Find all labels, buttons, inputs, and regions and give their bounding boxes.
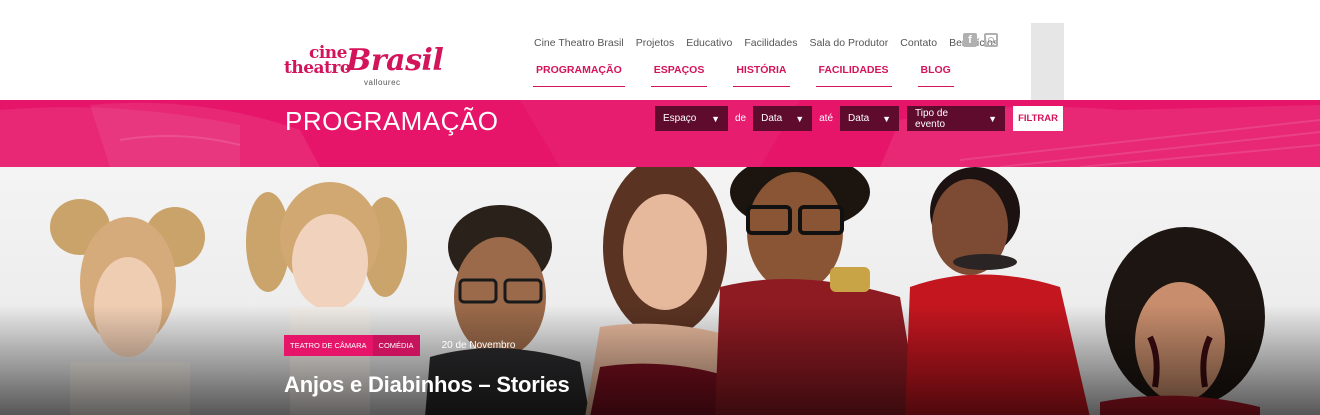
main-nav-blog[interactable]: BLOG — [917, 64, 954, 87]
top-nav: Cine Theatro Brasil Projetos Educativo F… — [534, 37, 998, 49]
event-title[interactable]: Anjos e Diabinhos – Stories — [284, 372, 570, 398]
top-nav-facilidades[interactable]: Facilidades — [744, 37, 797, 49]
event-type-value: Tipo de evento — [915, 107, 949, 130]
event-space-tag[interactable]: TEATRO DE CÂMARA — [284, 335, 373, 356]
site-header: cine theatro Brasil vallourec Cine Theat… — [0, 0, 1320, 100]
event-genre-tag[interactable]: COMÉDIA — [372, 335, 420, 356]
social-links: f — [963, 33, 998, 47]
main-nav: PROGRAMAÇÃO ESPAÇOS HISTÓRIA FACILIDADES… — [533, 64, 954, 87]
header-side-panel — [1031, 23, 1064, 100]
top-nav-sala-do-produtor[interactable]: Sala do Produtor — [809, 37, 888, 49]
start-date-value: Data — [761, 113, 783, 124]
event-filters: Espaço ▼ de Data ▼ até Data ▼ Tipo de ev… — [655, 106, 1064, 131]
programacao-band: PROGRAMAÇÃO Espaço ▼ de Data ▼ até Data … — [0, 100, 1320, 167]
main-nav-programacao[interactable]: PROGRAMAÇÃO — [533, 64, 625, 87]
end-date-select[interactable]: Data ▼ — [840, 106, 900, 131]
caret-down-icon: ▼ — [795, 113, 805, 124]
space-select-value: Espaço — [663, 113, 697, 124]
instagram-icon[interactable] — [984, 33, 998, 47]
from-label: de — [735, 113, 747, 124]
featured-event-hero[interactable]: TEATRO DE CÂMARA COMÉDIA 20 de Novembro … — [0, 167, 1320, 415]
top-nav-educativo[interactable]: Educativo — [686, 37, 732, 49]
space-select[interactable]: Espaço ▼ — [655, 106, 728, 131]
event-tags: TEATRO DE CÂMARA COMÉDIA 20 de Novembro — [284, 335, 516, 356]
main-nav-historia[interactable]: HISTÓRIA — [733, 64, 790, 87]
facebook-icon[interactable]: f — [963, 33, 977, 47]
caret-down-icon: ▼ — [988, 113, 998, 124]
logo-sub-vallourec: vallourec — [364, 78, 401, 87]
logo-line-theatro: theatro — [284, 58, 351, 78]
main-nav-espacos[interactable]: ESPAÇOS — [650, 64, 708, 87]
top-nav-cine-theatro-brasil[interactable]: Cine Theatro Brasil — [534, 37, 624, 49]
top-nav-projetos[interactable]: Projetos — [636, 37, 675, 49]
logo-brand-brasil: Brasil — [346, 43, 444, 78]
end-date-value: Data — [848, 113, 870, 124]
start-date-select[interactable]: Data ▼ — [753, 106, 813, 131]
page-title: PROGRAMAÇÃO — [285, 106, 499, 136]
caret-down-icon: ▼ — [711, 113, 720, 124]
hero-gradient-overlay — [0, 305, 1320, 415]
top-nav-contato[interactable]: Contato — [900, 37, 937, 49]
event-date: 20 de Novembro — [441, 340, 516, 351]
caret-down-icon: ▼ — [882, 113, 892, 124]
site-logo[interactable]: cine theatro Brasil vallourec — [284, 45, 444, 95]
until-label: até — [819, 113, 834, 124]
main-nav-facilidades[interactable]: FACILIDADES — [815, 64, 892, 87]
filter-button[interactable]: FILTRAR — [1013, 106, 1064, 131]
event-type-select[interactable]: Tipo de evento ▼ — [907, 106, 1006, 131]
